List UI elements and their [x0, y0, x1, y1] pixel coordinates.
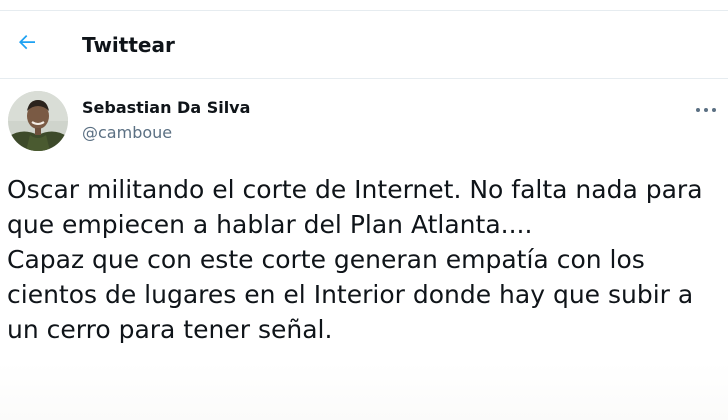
tweet-text-line: Capaz que con este corte generan empatía… [7, 245, 645, 274]
arrow-left-icon [15, 30, 39, 58]
more-options-button[interactable] [688, 96, 724, 120]
author-name[interactable]: Sebastian Da Silva [82, 97, 250, 119]
tweet-text-line: Oscar militando el corte de Internet. No… [7, 175, 703, 204]
bottom-fade [0, 362, 728, 420]
tweet-page: Twittear Sebastian Da Silva @camboue Osc… [0, 0, 728, 420]
author-handle[interactable]: @camboue [82, 122, 172, 144]
tweet-text-line: que empiecen a hablar del Plan Atlanta..… [7, 210, 533, 239]
tweet-text: Oscar militando el corte de Internet. No… [7, 172, 723, 347]
avatar[interactable] [8, 91, 68, 151]
page-header: Twittear [0, 11, 728, 79]
page-title: Twittear [82, 33, 175, 57]
tweet-text-line: cientos de lugares en el Interior donde … [7, 280, 694, 309]
tweet-text-line: un cerro para tener señal. [7, 315, 333, 344]
more-horizontal-icon [694, 99, 718, 118]
back-button[interactable] [10, 27, 44, 61]
